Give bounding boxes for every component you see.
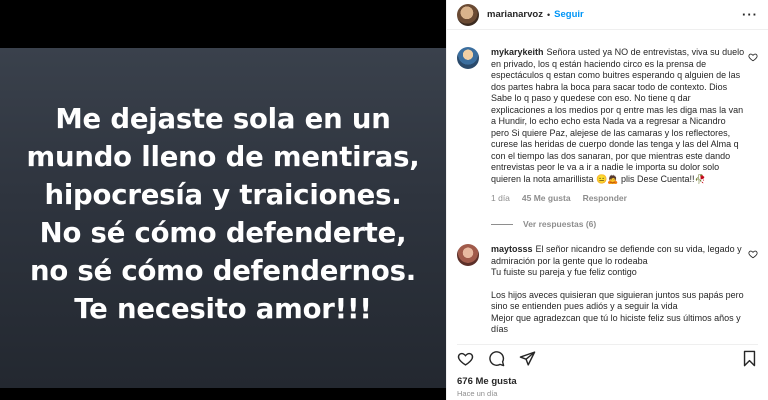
- comment-item: mykarykeith Señora usted ya NO de entrevi…: [457, 47, 758, 230]
- post-side-panel: marianarvoz • Seguir ··· mykarykeith Seño…: [446, 0, 768, 400]
- heart-icon[interactable]: [457, 350, 474, 367]
- comment-username[interactable]: maytosss: [491, 244, 533, 254]
- replies-line: [491, 223, 513, 225]
- post-header: marianarvoz • Seguir ···: [447, 0, 768, 30]
- action-bar: [457, 344, 758, 368]
- commenter-avatar[interactable]: [457, 244, 479, 266]
- comment-body: maytosss El señor nicandro se defiende co…: [491, 244, 745, 336]
- author-username[interactable]: marianarvoz: [487, 9, 543, 20]
- quote-text: Me dejaste sola en un mundo lleno de men…: [26, 103, 420, 325]
- follow-button[interactable]: Seguir: [554, 9, 584, 20]
- view-replies-button[interactable]: Ver respuestas (6): [491, 219, 745, 231]
- reply-button[interactable]: Responder: [583, 193, 627, 205]
- comment-meta: 1 día 45 Me gusta Responder: [491, 193, 745, 205]
- comment-likes[interactable]: 45 Me gusta: [522, 193, 571, 205]
- comment-like-heart-icon[interactable]: [748, 52, 758, 62]
- comment-username[interactable]: mykarykeith: [491, 47, 544, 57]
- post-image[interactable]: Me dejaste sola en un mundo lleno de men…: [0, 0, 446, 400]
- commenter-avatar[interactable]: [457, 47, 479, 69]
- post-timestamp[interactable]: Hace un día: [457, 389, 497, 398]
- comment-text: mykarykeith Señora usted ya NO de entrevi…: [491, 47, 745, 185]
- quote-card: Me dejaste sola en un mundo lleno de men…: [0, 48, 446, 388]
- comment-age[interactable]: 1 día: [491, 193, 510, 205]
- comment-icon[interactable]: [488, 350, 505, 367]
- comment-like-heart-icon[interactable]: [748, 249, 758, 259]
- share-icon[interactable]: [519, 350, 536, 367]
- view-replies-label: Ver respuestas (6): [523, 218, 597, 229]
- comment-content: Señora usted ya NO de entrevistas, viva …: [491, 47, 745, 184]
- comment-text: maytosss El señor nicandro se defiende co…: [491, 244, 745, 279]
- likes-count[interactable]: 676 Me gusta: [457, 376, 517, 387]
- bookmark-icon[interactable]: [741, 350, 758, 367]
- comment-item: maytosss El señor nicandro se defiende co…: [457, 244, 758, 336]
- separator-dot: •: [546, 9, 551, 20]
- comments-list[interactable]: mykarykeith Señora usted ya NO de entrevi…: [447, 31, 768, 343]
- more-options-icon[interactable]: ···: [742, 7, 758, 22]
- comment-content-continued: Los hijos aveces quisieran que siguieran…: [491, 289, 744, 335]
- comment-body: mykarykeith Señora usted ya NO de entrevi…: [491, 47, 745, 230]
- author-avatar[interactable]: [457, 3, 479, 26]
